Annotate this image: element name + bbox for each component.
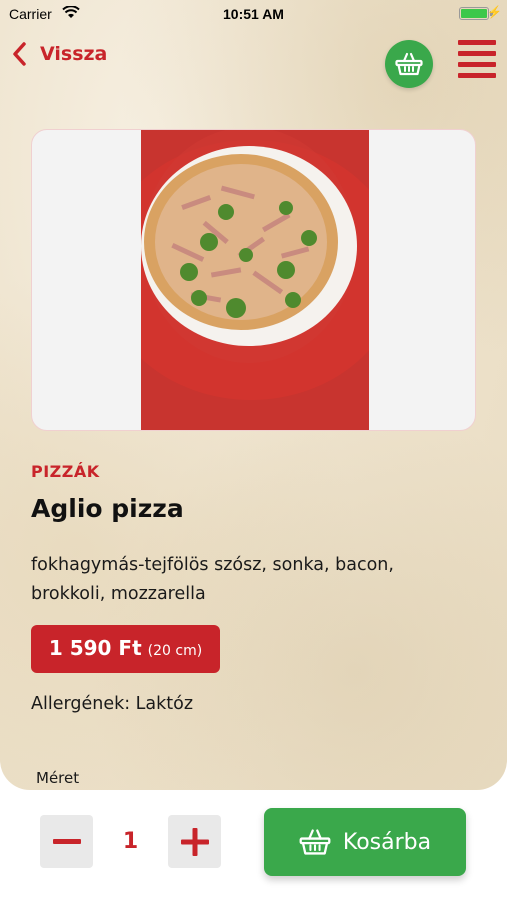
cart-button[interactable] xyxy=(385,40,433,88)
basket-icon xyxy=(395,52,423,76)
menu-line xyxy=(458,51,496,56)
charging-icon: ⚡ xyxy=(487,5,502,19)
size-section-label: Méret xyxy=(36,769,80,787)
minus-icon xyxy=(52,838,81,844)
clock: 10:51 AM xyxy=(223,6,284,22)
add-to-cart-button[interactable]: Kosárba xyxy=(264,808,466,876)
status-bar: Carrier 10:51 AM ⚡ xyxy=(0,0,507,28)
pizza-photo xyxy=(141,130,369,430)
product-category: PIZZÁK xyxy=(31,462,100,481)
back-button[interactable]: Vissza xyxy=(12,42,107,66)
allergen-info: Allergének: Laktóz xyxy=(31,694,194,714)
hamburger-menu-button[interactable] xyxy=(458,40,496,80)
price-badge: 1 590 Ft (20 cm) xyxy=(31,625,220,673)
menu-line xyxy=(458,40,496,45)
product-image-card xyxy=(31,129,476,431)
price-value: 1 590 Ft xyxy=(48,636,142,660)
menu-line xyxy=(458,62,496,67)
add-to-cart-label: Kosárba xyxy=(342,829,432,855)
plus-icon xyxy=(180,827,209,856)
price-size: (20 cm) xyxy=(147,643,203,659)
quantity-value: 1 xyxy=(122,829,139,854)
back-label: Vissza xyxy=(40,43,108,65)
product-description: fokhagymás-tejfölös szósz, sonka, bacon,… xyxy=(31,555,394,604)
product-title: Aglio pizza xyxy=(31,494,184,523)
increase-quantity-button[interactable] xyxy=(168,815,221,868)
menu-line xyxy=(458,73,496,78)
battery-icon xyxy=(459,7,489,20)
basket-icon xyxy=(299,829,331,855)
decrease-quantity-button[interactable] xyxy=(40,815,93,868)
chevron-left-icon xyxy=(13,42,26,66)
